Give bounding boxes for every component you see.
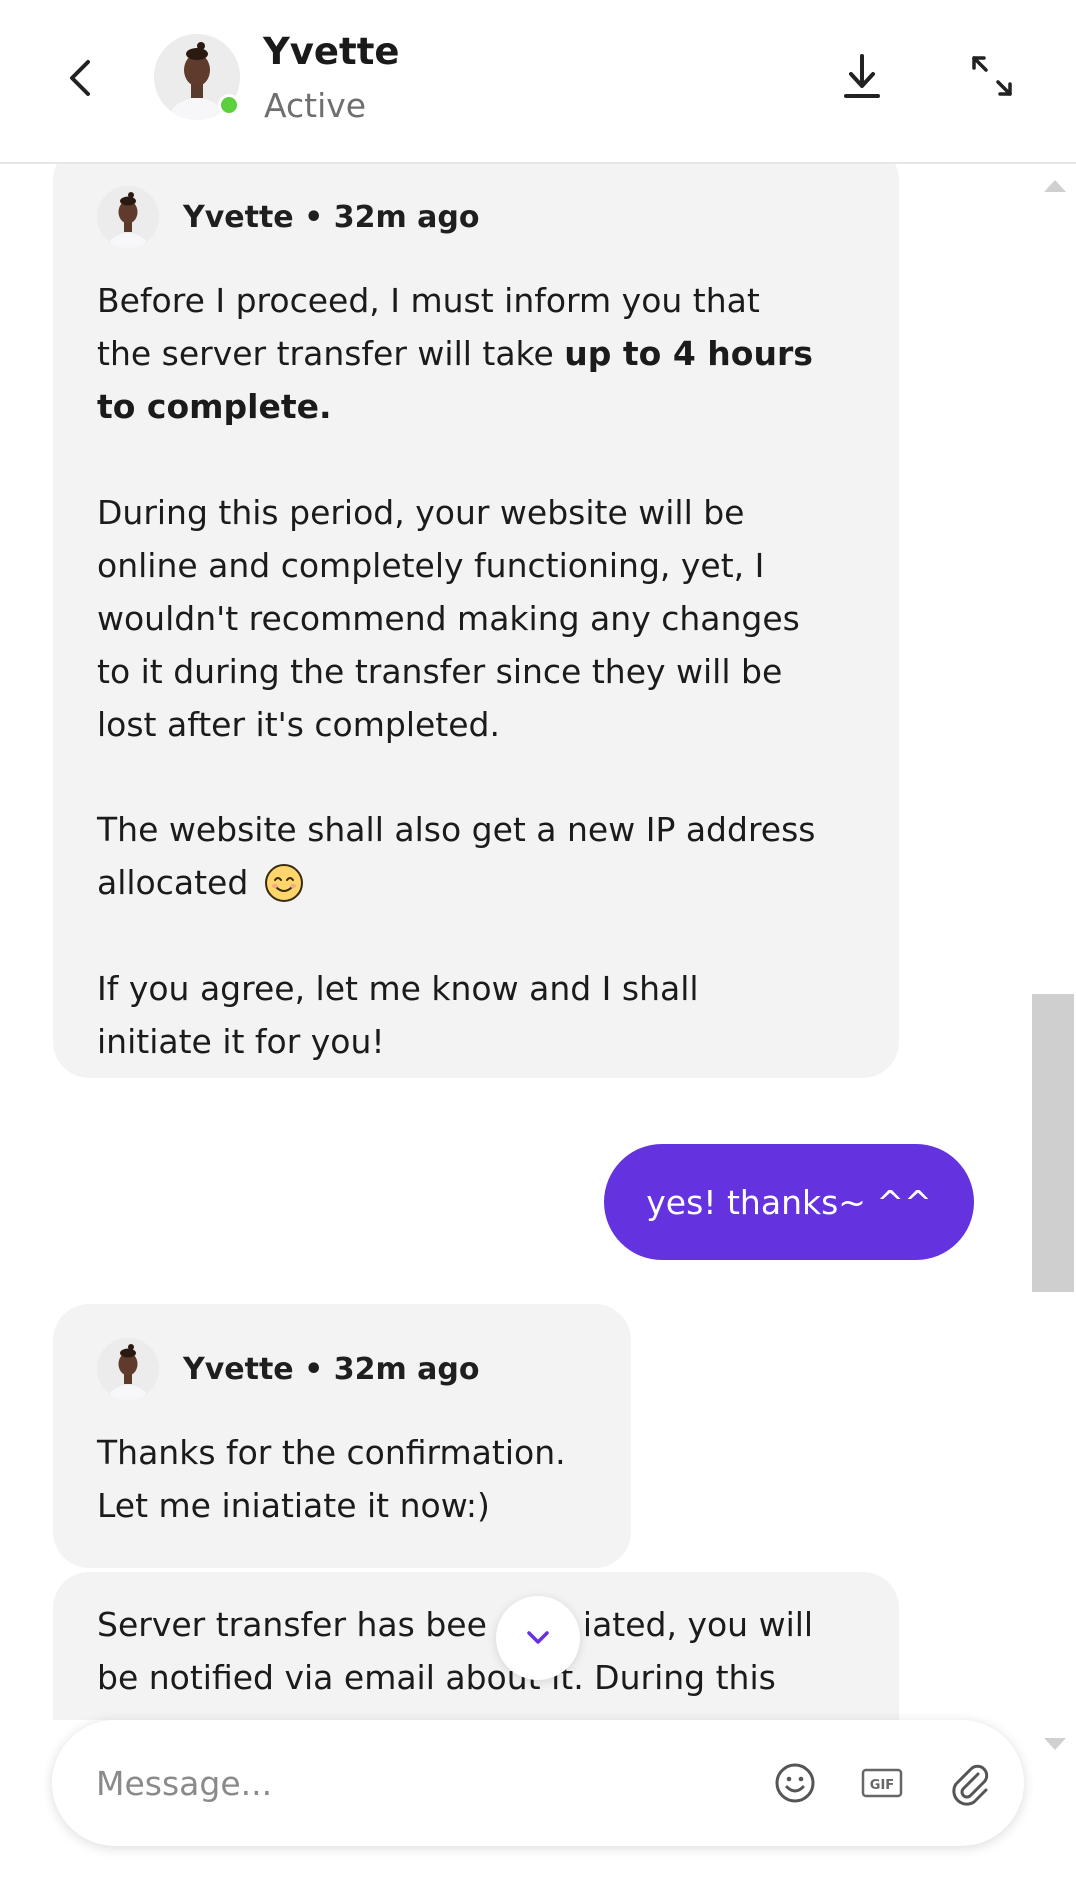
sender-and-time: Yvette • 32m ago xyxy=(183,1351,480,1387)
incoming-message-bubble: Yvette • 32m ago Thanks for the confirma… xyxy=(53,1304,631,1568)
attach-button[interactable] xyxy=(944,1758,994,1808)
message-composer: GIF xyxy=(52,1720,1024,1846)
message-text-line: to complete. xyxy=(97,380,332,433)
scrollbar-thumb[interactable] xyxy=(1032,994,1074,1292)
message-bold-text: up to 4 hours xyxy=(564,334,813,373)
svg-text:GIF: GIF xyxy=(870,1778,894,1793)
person-avatar-image xyxy=(97,1338,159,1400)
message-text-line: initiate it for you! xyxy=(97,1022,385,1061)
download-icon xyxy=(844,54,880,98)
scroll-to-bottom-button[interactable] xyxy=(496,1596,580,1680)
message-meta: Yvette • 32m ago xyxy=(97,1338,480,1400)
smiling-face-icon xyxy=(264,863,304,903)
message-text-segment: Server transfer has bee xyxy=(97,1605,487,1644)
message-text-line: If you agree, let me know and I shall xyxy=(97,969,699,1008)
message-text-line: The website shall also get a new IP addr… xyxy=(97,810,816,849)
message-text-line: During this period, your website will be xyxy=(97,493,745,532)
message-text-line: lost after it's completed. xyxy=(97,705,500,744)
scroll-down-arrow[interactable] xyxy=(1044,1738,1066,1750)
message-text-line: Let me iniatiate it now:) xyxy=(97,1486,490,1525)
person-avatar-image xyxy=(97,186,159,248)
message-text-line: wouldn't recommend making any changes xyxy=(97,599,800,638)
message-text-line: to it during the transfer since they wil… xyxy=(97,652,783,691)
chevron-left-icon xyxy=(70,60,90,96)
contact-status: Active xyxy=(264,86,367,125)
message-text-line: allocated xyxy=(97,856,304,909)
emoji-icon xyxy=(775,1763,815,1803)
message-meta: Yvette • 32m ago xyxy=(97,186,480,248)
message-text-line: the server transfer will take up to 4 ho… xyxy=(97,327,813,380)
message-text-line: online and completely functioning, yet, … xyxy=(97,546,765,585)
sender-and-time: Yvette • 32m ago xyxy=(183,199,480,235)
message-input[interactable] xyxy=(96,1750,736,1816)
expand-button[interactable] xyxy=(966,50,1018,102)
sender-avatar xyxy=(97,186,159,248)
message-bold-text: to complete. xyxy=(97,387,332,426)
online-status-dot xyxy=(218,94,240,116)
message-text-line: Before I proceed, I must inform you that xyxy=(97,281,760,320)
message-text-line: Thanks for the confirmation. xyxy=(97,1433,566,1472)
message-text-segment: allocated xyxy=(97,863,249,902)
message-text-segment: be notified via email abo xyxy=(97,1658,507,1697)
gif-icon: GIF xyxy=(861,1768,903,1798)
paperclip-icon xyxy=(952,1764,989,1806)
gif-button[interactable]: GIF xyxy=(860,1764,904,1802)
message-text-line: be notified via email about it. During t… xyxy=(97,1651,776,1704)
sender-avatar xyxy=(97,1338,159,1400)
message-text-segment: iated, you will xyxy=(582,1605,814,1644)
contact-name: Yvette xyxy=(263,30,400,73)
emoji-button[interactable] xyxy=(772,1760,818,1806)
message-text-line: Server transfer has bee iated, you will xyxy=(97,1598,813,1651)
download-button[interactable] xyxy=(836,50,888,106)
scroll-up-arrow[interactable] xyxy=(1044,180,1066,192)
incoming-message-bubble: Yvette • 32m ago Before I proceed, I mus… xyxy=(53,164,899,1078)
message-list[interactable]: Yvette • 32m ago Before I proceed, I mus… xyxy=(0,164,1040,1720)
outgoing-message-bubble: yes! thanks~ ^^ xyxy=(604,1144,974,1260)
expand-icon xyxy=(972,56,1012,96)
chat-header: Yvette Active xyxy=(0,0,1076,164)
message-text-segment: the server transfer will take xyxy=(97,334,565,373)
back-button[interactable] xyxy=(60,52,100,104)
chevron-down-icon xyxy=(527,1631,549,1644)
incoming-message-bubble: Server transfer has bee iated, you will b… xyxy=(53,1572,899,1720)
